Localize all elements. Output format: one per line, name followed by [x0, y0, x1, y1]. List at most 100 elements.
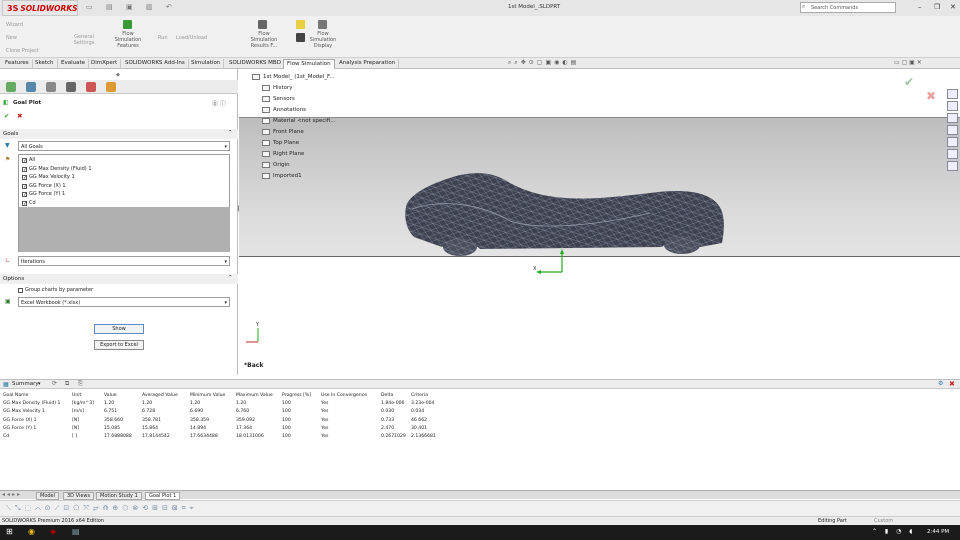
goal-item-all[interactable]: ✓ All — [22, 156, 35, 164]
x-axis-select[interactable]: Iterations ▾ — [18, 256, 230, 266]
wizard-button[interactable]: Wizard — [6, 22, 23, 28]
sketch-tool-strip[interactable]: ⟍⤡⬚⌒⊙⟋⊡⬠⤧⥂⟰⊕⬡⊗⟲⊞⊟⊠⌗⌖ — [0, 500, 960, 516]
save-icon[interactable]: ▣ — [126, 3, 133, 11]
feature-manager-tab-icon[interactable] — [6, 82, 16, 92]
clone-project-button[interactable]: Clone Project — [6, 48, 39, 54]
table-row[interactable]: Cd [ ] 17.6888088 17.8144542 17.6634488 … — [3, 432, 451, 440]
general-settings-button[interactable]: General Settings — [70, 34, 98, 46]
property-manager-tab-icon[interactable] — [26, 82, 36, 92]
file-explorer-icon[interactable] — [947, 113, 958, 123]
tab-solidworks-add-ins[interactable]: SOLIDWORKS Add-Ins — [122, 59, 189, 69]
car-mesh-model[interactable] — [400, 165, 730, 260]
solidworks-taskbar-icon[interactable]: ◈ — [50, 527, 56, 536]
tree-item-right-plane[interactable]: Right Plane — [262, 151, 304, 157]
flow-simulation-display-button[interactable]: Flow Simulation Display — [306, 31, 340, 49]
goals-filter-select[interactable]: All Goals ▾ — [18, 141, 230, 151]
heads-up-view-toolbar[interactable]: ⌕⌕✥⊙▢▣◉◐▤ — [508, 59, 688, 68]
table-row[interactable]: GG Max Density (Fluid) 1 [kg/m^3] 1.20 1… — [3, 399, 451, 407]
goal-item[interactable]: ✓ GG Max Velocity 1 — [22, 173, 75, 181]
copy-icon[interactable]: ⧉ — [65, 380, 69, 388]
tree-item-top-plane[interactable]: Top Plane — [262, 140, 299, 146]
clock-time[interactable]: 2:44 PM — [927, 529, 949, 535]
goal-checkbox[interactable]: ✓ — [22, 200, 27, 206]
tab-motion-study-1[interactable]: Motion Study 1 — [96, 492, 142, 500]
tab-analysis-preparation[interactable]: Analysis Preparation — [336, 59, 400, 69]
goal-checkbox[interactable]: ✓ — [22, 191, 27, 197]
goal-item[interactable]: ✓ GG Force (Y) 1 — [22, 190, 65, 198]
collapse-chevron-icon[interactable]: ⌃ — [228, 130, 233, 136]
tab-dimxpert[interactable]: DimXpert — [88, 59, 122, 69]
table-row[interactable]: GG Force (X) 1 [N] 358.660 358.781 358.3… — [3, 416, 451, 424]
export-to-excel-button[interactable]: Export to Excel — [94, 340, 144, 350]
goal-checkbox[interactable]: ✓ — [22, 183, 27, 189]
tab-goal-plot-1[interactable]: Goal Plot 1 — [145, 492, 181, 500]
solidworks-logo[interactable]: 3S SOLIDWORKS — [2, 0, 78, 16]
goals-section-header[interactable]: Goals ⌃ — [0, 129, 238, 139]
tree-item-history[interactable]: History — [262, 85, 293, 91]
new-document-icon[interactable]: ▭ — [86, 3, 93, 11]
cancel-x-icon[interactable]: ✖ — [17, 112, 22, 120]
run-button[interactable]: Run — [158, 35, 168, 41]
goal-checkbox[interactable]: ✓ — [22, 157, 27, 163]
viewport-window-controls[interactable]: ▭ ▢ ▣ ✕ — [894, 59, 922, 66]
goal-item[interactable]: ✓ Cd — [22, 199, 36, 207]
column-header[interactable]: Use In Convergence — [321, 391, 381, 399]
display-mode-icon[interactable] — [296, 33, 305, 42]
tree-item-sensors[interactable]: Sensors — [262, 96, 295, 102]
export-icon[interactable]: ⎘ — [78, 380, 83, 388]
tree-item-material[interactable]: Material <not specifi... — [262, 118, 335, 124]
tab-model[interactable]: Model — [36, 492, 60, 500]
tree-item-front-plane[interactable]: Front Plane — [262, 129, 304, 135]
column-header[interactable]: Goal Name — [3, 391, 72, 399]
minimize-button[interactable]: – — [918, 3, 922, 11]
column-header[interactable]: Criteria — [411, 391, 451, 399]
tab-features[interactable]: Features — [2, 59, 33, 69]
home-icon[interactable] — [947, 89, 958, 99]
custom-properties-icon[interactable] — [947, 149, 958, 159]
file-explorer-taskbar-icon[interactable]: ▤ — [72, 527, 80, 536]
tab-flow-simulation[interactable]: Flow Simulation — [283, 59, 335, 69]
windows-start-icon[interactable]: ⊞ — [6, 527, 13, 536]
close-button[interactable]: ✕ — [950, 3, 956, 11]
refresh-icon[interactable]: ⟳ — [52, 380, 57, 387]
column-header[interactable]: Maximum Value — [236, 391, 282, 399]
load-unload-button[interactable]: Load/Unload — [176, 35, 207, 41]
flow-analysis-tree-tab-icon[interactable] — [106, 82, 116, 92]
chevron-down-icon[interactable]: ▾ — [38, 381, 41, 387]
configuration-manager-tab-icon[interactable] — [46, 82, 56, 92]
dimxpert-manager-tab-icon[interactable] — [66, 82, 76, 92]
goal-checkbox[interactable]: ✓ — [22, 174, 27, 180]
goal-item[interactable]: ✓ GG Force (X) 1 — [22, 182, 66, 190]
column-header[interactable]: Averaged Value — [142, 391, 190, 399]
group-charts-option[interactable]: Group charts by parameter — [18, 286, 93, 294]
confirmation-cancel-icon[interactable]: ✖ — [926, 89, 936, 103]
lightbulb-icon[interactable] — [296, 20, 305, 29]
column-header[interactable]: Unit — [72, 391, 104, 399]
appearances-icon[interactable] — [947, 137, 958, 147]
flow-simulation-results-button[interactable]: Flow Simulation Results F... — [245, 31, 283, 49]
help-icon[interactable]: ⓪ ⓘ — [212, 99, 226, 108]
group-charts-checkbox[interactable] — [18, 287, 23, 293]
tab-scroll-arrows[interactable]: ◂◂▸▸ — [2, 491, 22, 498]
goal-item[interactable]: ✓ GG Max Density (Fluid) 1 — [22, 165, 92, 173]
design-library-icon[interactable] — [947, 125, 958, 135]
tab-evaluate[interactable]: Evaluate — [58, 59, 90, 69]
tab-simulation[interactable]: Simulation — [188, 59, 225, 69]
goals-list[interactable]: ✓ All ✓ GG Max Density (Fluid) 1 ✓ GG Ma… — [18, 154, 230, 252]
restore-button[interactable]: ❐ — [934, 3, 940, 11]
sketch-tools-icons[interactable]: ⟍⤡⬚⌒⊙⟋⊡⬠⤧⥂⟰⊕⬡⊗⟲⊞⊟⊠⌗⌖ — [6, 504, 198, 513]
print-icon[interactable]: ▥ — [146, 3, 153, 11]
tab-sketch[interactable]: Sketch — [32, 59, 58, 69]
goal-checkbox[interactable]: ✓ — [22, 166, 27, 172]
ok-checkmark-icon[interactable]: ✔ — [4, 112, 9, 120]
quick-access-toolbar[interactable]: ▭ ▤ ▣ ▥ ↶ — [82, 3, 192, 13]
new-project-button[interactable]: New — [6, 35, 17, 41]
column-header[interactable]: Delta — [381, 391, 411, 399]
flow-simulation-features-button[interactable]: Flow Simulation Features — [110, 31, 146, 49]
chrome-icon[interactable]: ◉ — [28, 527, 35, 536]
show-button[interactable]: Show — [94, 324, 144, 334]
output-format-select[interactable]: Excel Workbook (*.xlsx) ▾ — [18, 297, 230, 307]
panel-collapse-icon[interactable]: ◆ — [116, 72, 120, 78]
open-folder-icon[interactable]: ▤ — [106, 3, 113, 11]
column-header[interactable]: Value — [104, 391, 142, 399]
